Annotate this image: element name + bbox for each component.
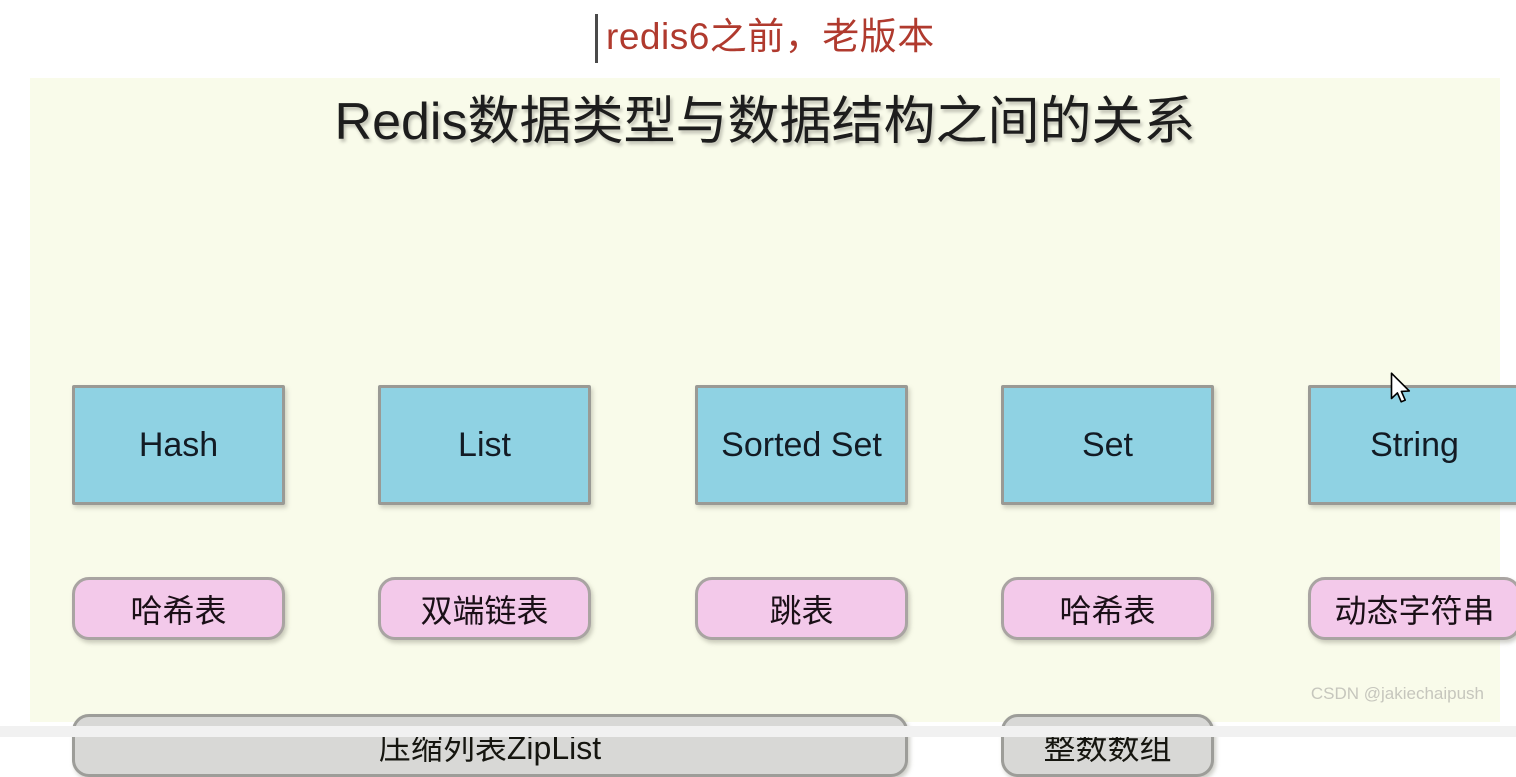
encoding-ziplist[interactable]: 压缩列表ZipList xyxy=(72,714,908,777)
text-caret-icon xyxy=(595,14,598,63)
data-structure-skip-list[interactable]: 跳表 xyxy=(695,577,908,640)
data-structure-hash-table-2[interactable]: 哈希表 xyxy=(1001,577,1214,640)
bottom-strip xyxy=(0,726,1516,737)
data-structure-sds[interactable]: 动态字符串 xyxy=(1308,577,1516,640)
encoding-intset[interactable]: 整数数组 xyxy=(1001,714,1214,777)
data-type-list[interactable]: List xyxy=(378,385,591,505)
data-type-sorted-set[interactable]: Sorted Set xyxy=(695,385,908,505)
data-type-string[interactable]: String xyxy=(1308,385,1516,505)
slide-title: Redis数据类型与数据结构之间的关系 xyxy=(334,93,1196,151)
data-structure-hash-table-1[interactable]: 哈希表 xyxy=(72,577,285,640)
slide-panel: Redis数据类型与数据结构之间的关系 Hash List Sorted Set… xyxy=(30,78,1516,777)
caption-text: redis6之前，老版本 xyxy=(606,16,935,57)
data-type-hash[interactable]: Hash xyxy=(72,385,285,505)
caption-band: redis6之前，老版本 xyxy=(0,0,1516,78)
data-type-set[interactable]: Set xyxy=(1001,385,1214,505)
data-structure-doubly-linked-list[interactable]: 双端链表 xyxy=(378,577,591,640)
watermark-text: CSDN @jakiechaipush xyxy=(1310,684,1484,703)
